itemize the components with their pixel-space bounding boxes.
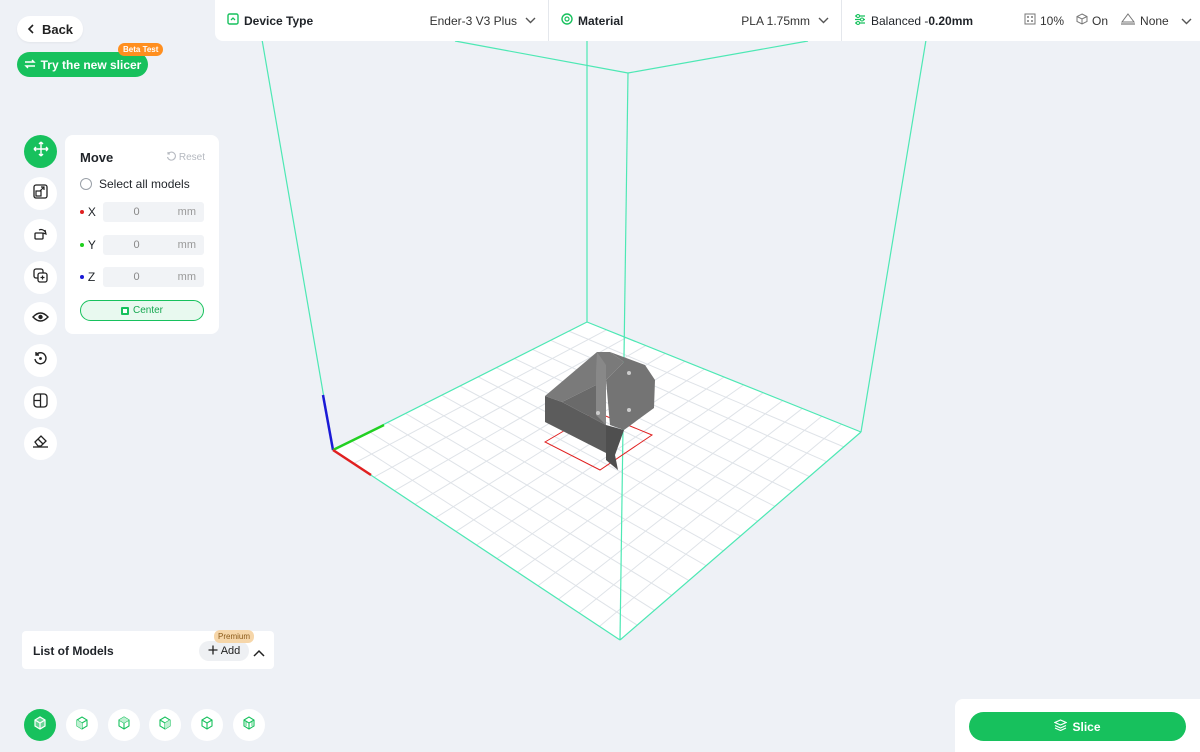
material-value: PLA 1.75mm <box>741 13 810 28</box>
select-all-models-option[interactable]: Select all models <box>80 177 190 191</box>
reset-icon <box>166 151 176 164</box>
beta-test-badge: Beta Test <box>118 43 164 56</box>
support-cube-icon <box>1076 13 1088 28</box>
move-tool-button[interactable] <box>24 135 57 168</box>
duplicate-tool-button[interactable] <box>24 261 57 294</box>
move-panel-title: Move <box>80 150 114 165</box>
move-panel: Move Reset Select all models X 0 mm Y 0 … <box>65 135 219 334</box>
device-type-selector[interactable]: Device Type Ender-3 V3 Plus <box>215 0 549 41</box>
adhesion-value: None <box>1140 13 1169 28</box>
z-axis-label: Z <box>87 270 96 284</box>
view-tool-button[interactable] <box>24 302 57 335</box>
scale-tool-button[interactable] <box>24 177 57 210</box>
select-all-radio[interactable] <box>80 178 92 190</box>
list-of-models-title: List of Models <box>33 644 114 658</box>
z-position-input[interactable]: 0 mm <box>102 267 204 287</box>
layers-icon <box>1054 719 1068 734</box>
back-label: Back <box>41 21 74 37</box>
infill-setting[interactable]: 10% <box>1024 13 1064 28</box>
y-axis-dot <box>80 243 84 247</box>
chevron-down-icon <box>525 15 536 27</box>
material-label: Material <box>578 13 624 28</box>
reset-view-tool-button[interactable] <box>24 344 57 377</box>
slice-label: Slice <box>1072 719 1101 734</box>
try-new-slicer-label: Try the new slicer <box>40 57 142 72</box>
reset-label: Reset <box>178 152 205 163</box>
duplicate-icon <box>33 267 48 288</box>
cube-left-icon <box>157 715 173 736</box>
eraser-icon <box>32 434 49 453</box>
x-position-input[interactable]: 0 mm <box>102 202 204 222</box>
cut-tool-button[interactable] <box>24 386 57 419</box>
profile-name: Balanced - <box>871 13 929 28</box>
chevron-down-icon <box>1181 14 1192 28</box>
chevron-left-icon <box>27 22 36 37</box>
center-icon <box>120 306 129 315</box>
profile-layer-height: 0.20mm <box>928 13 974 28</box>
view-right-button[interactable] <box>191 709 223 741</box>
lay-flat-tool-button[interactable] <box>24 427 57 460</box>
cube-right-icon <box>199 715 215 736</box>
swap-arrows-icon <box>23 58 36 72</box>
support-setting[interactable]: On <box>1076 13 1108 28</box>
back-button[interactable]: Back <box>17 16 83 42</box>
sliders-icon <box>854 13 866 28</box>
view-front-button[interactable] <box>66 709 98 741</box>
support-value: On <box>1092 13 1109 28</box>
list-of-models-panel: List of Models Add Premium <box>22 630 274 669</box>
add-label: Add <box>220 645 241 657</box>
y-position-value: 0 <box>133 239 140 251</box>
z-position-unit: mm <box>177 271 196 283</box>
slice-button[interactable]: Slice <box>969 712 1186 741</box>
view-back-button[interactable] <box>233 709 265 741</box>
x-position-unit: mm <box>177 206 196 218</box>
move-arrows-icon <box>33 141 49 162</box>
x-axis-row: X 0 mm <box>80 202 204 222</box>
rotate-tool-button[interactable] <box>24 219 57 252</box>
chevron-up-icon[interactable] <box>253 644 265 662</box>
y-position-input[interactable]: 0 mm <box>102 235 204 255</box>
top-settings-bar: Device Type Ender-3 V3 Plus Material PLA… <box>215 0 1200 41</box>
adhesion-icon <box>1120 13 1136 28</box>
undo-circle-icon <box>33 351 48 371</box>
plus-icon <box>208 645 218 658</box>
add-model-button[interactable]: Add <box>199 641 249 661</box>
reset-button[interactable]: Reset <box>166 151 205 164</box>
z-position-value: 0 <box>133 271 140 283</box>
infill-value: 10% <box>1040 13 1065 28</box>
infill-icon <box>1024 13 1036 28</box>
eye-icon <box>32 310 49 328</box>
slice-panel: Slice <box>955 699 1200 752</box>
center-label: Center <box>132 305 163 316</box>
adhesion-setting[interactable]: None <box>1120 13 1192 28</box>
chevron-down-icon <box>818 15 829 27</box>
select-all-label: Select all models <box>99 177 190 191</box>
y-axis-row: Y 0 mm <box>80 235 204 255</box>
center-button[interactable]: Center <box>80 300 204 321</box>
scale-icon <box>33 183 48 204</box>
y-axis-label: Y <box>87 238 96 252</box>
print-profile-selector[interactable]: Balanced - 0.20mm <box>842 0 1012 41</box>
device-type-value: Ender-3 V3 Plus <box>429 13 517 28</box>
view-left-button[interactable] <box>149 709 181 741</box>
view-3d-button[interactable] <box>24 709 56 741</box>
x-axis-label: X <box>87 205 96 219</box>
view-top-button[interactable] <box>108 709 140 741</box>
z-axis-row: Z 0 mm <box>80 267 204 287</box>
rotate-icon <box>33 226 48 246</box>
premium-badge: Premium <box>214 630 255 643</box>
x-position-value: 0 <box>133 206 140 218</box>
y-position-unit: mm <box>177 239 196 251</box>
material-selector[interactable]: Material PLA 1.75mm <box>549 0 842 41</box>
z-axis-dot <box>80 275 84 279</box>
cube-back-icon <box>241 715 257 736</box>
cube-top-icon <box>116 715 132 736</box>
split-icon <box>33 392 48 413</box>
cube-front-icon <box>74 715 90 736</box>
filament-spool-icon <box>561 13 573 28</box>
device-type-label: Device Type <box>244 13 314 28</box>
printer-icon <box>227 13 239 28</box>
cube-view-icon <box>32 715 48 736</box>
x-axis-dot <box>80 210 84 214</box>
